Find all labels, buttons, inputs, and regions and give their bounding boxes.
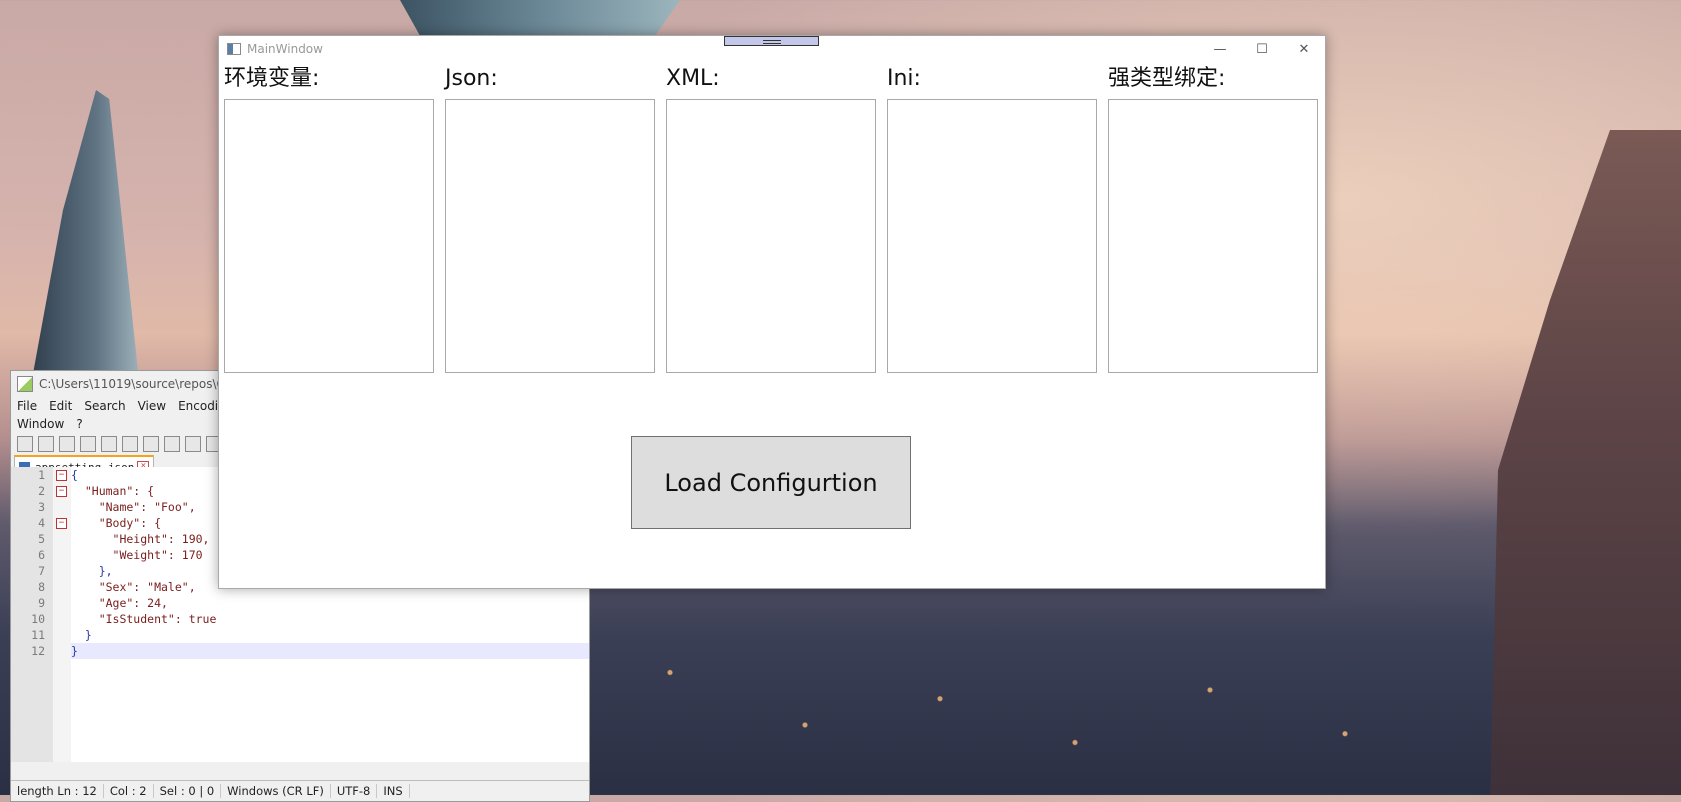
- fold-toggle-icon[interactable]: −: [56, 470, 67, 481]
- column-label: XML:: [666, 66, 720, 91]
- open-file-icon[interactable]: [38, 436, 54, 452]
- line-number: 4: [38, 516, 45, 530]
- fold-toggle-icon[interactable]: −: [56, 518, 67, 529]
- menu-edit[interactable]: Edit: [49, 397, 72, 415]
- column-strong-typed: 强类型绑定:: [1108, 66, 1319, 376]
- fold-toggle-icon[interactable]: −: [56, 486, 67, 497]
- notepad-menubar: File Edit Search View Encoding Window ?: [11, 397, 247, 433]
- line-number: 2: [38, 484, 45, 498]
- code-line-active: }: [71, 643, 589, 659]
- status-col: Col : 2: [104, 784, 154, 798]
- close-file-icon[interactable]: [101, 436, 117, 452]
- code-line: "Age": 24,: [71, 596, 168, 610]
- window-controls: — ☐ ✕: [1199, 36, 1325, 62]
- load-configuration-button[interactable]: Load Configurtion: [631, 436, 911, 529]
- window-title: MainWindow: [247, 42, 323, 56]
- code-line: "IsStudent": true: [71, 612, 217, 626]
- column-label: 强类型绑定:: [1108, 66, 1226, 91]
- line-number: 8: [38, 580, 45, 594]
- column-label: Json:: [445, 66, 498, 91]
- strong-typed-output-box[interactable]: [1108, 99, 1318, 373]
- line-number: 1: [38, 468, 45, 482]
- wallpaper-figure: [1490, 130, 1681, 795]
- line-number: 9: [38, 596, 45, 610]
- line-number: 6: [38, 548, 45, 562]
- wallpaper-spire: [30, 90, 140, 390]
- line-number-gutter: 1 2 3 4 5 6 7 8 9 10 11 12: [11, 467, 53, 762]
- menu-search[interactable]: Search: [84, 397, 125, 415]
- json-output-box[interactable]: [445, 99, 655, 373]
- status-eol: Windows (CR LF): [221, 784, 331, 798]
- main-window[interactable]: MainWindow — ☐ ✕ 环境变量: Json: XML: Ini: 强…: [218, 35, 1326, 589]
- column-label: Ini:: [887, 66, 921, 91]
- close-all-icon[interactable]: [122, 436, 138, 452]
- cut-icon[interactable]: [164, 436, 180, 452]
- notepad-title: C:\Users\11019\source\repos\Cor: [39, 377, 238, 391]
- column-xml: XML:: [666, 66, 877, 376]
- notepad-statusbar: length Ln : 12 Col : 2 Sel : 0 | 0 Windo…: [11, 780, 589, 801]
- menu-view[interactable]: View: [138, 397, 166, 415]
- main-titlebar[interactable]: MainWindow — ☐ ✕: [219, 36, 1325, 62]
- env-output-box[interactable]: [224, 99, 434, 373]
- save-all-icon[interactable]: [80, 436, 96, 452]
- menu-file[interactable]: File: [17, 397, 37, 415]
- column-env: 环境变量:: [224, 66, 435, 376]
- app-window-icon: [227, 43, 241, 55]
- line-number: 3: [38, 500, 45, 514]
- line-number: 5: [38, 532, 45, 546]
- save-icon[interactable]: [59, 436, 75, 452]
- copy-icon[interactable]: [185, 436, 201, 452]
- wallpaper-rock: [400, 0, 680, 40]
- status-length: length Ln : 12: [11, 784, 104, 798]
- column-label: 环境变量:: [224, 66, 320, 91]
- line-number: 7: [38, 564, 45, 578]
- wallpaper-city-lights: [580, 620, 1480, 795]
- drag-handle[interactable]: [724, 36, 819, 46]
- status-encoding: UTF-8: [331, 784, 378, 798]
- close-button[interactable]: ✕: [1283, 36, 1325, 62]
- line-number: 10: [31, 612, 45, 626]
- minimize-button[interactable]: —: [1199, 36, 1241, 62]
- menu-window[interactable]: Window: [17, 415, 64, 433]
- status-mode: INS: [377, 784, 410, 798]
- new-file-icon[interactable]: [17, 436, 33, 452]
- column-json: Json:: [445, 66, 656, 376]
- fold-margin: − − −: [53, 467, 71, 762]
- notepad-icon: [17, 376, 33, 392]
- print-icon[interactable]: [143, 436, 159, 452]
- config-columns: 环境变量: Json: XML: Ini: 强类型绑定:: [224, 66, 1320, 376]
- ini-output-box[interactable]: [887, 99, 1097, 373]
- xml-output-box[interactable]: [666, 99, 876, 373]
- status-sel: Sel : 0 | 0: [154, 784, 222, 798]
- maximize-button[interactable]: ☐: [1241, 36, 1283, 62]
- line-number: 12: [31, 644, 45, 658]
- code-line: }: [71, 628, 92, 642]
- column-ini: Ini:: [887, 66, 1098, 376]
- line-number: 11: [31, 628, 45, 642]
- menu-help[interactable]: ?: [76, 415, 82, 433]
